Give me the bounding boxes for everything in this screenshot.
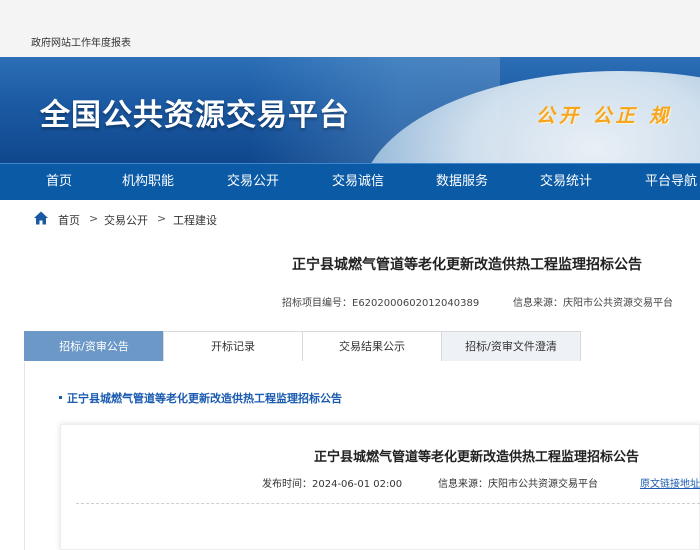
- document-link[interactable]: 正宁县城燃气管道等老化更新改造供热工程监理招标公告: [59, 390, 342, 406]
- site-banner: 全国公共资源交易平台 公开 公正 规: [0, 57, 700, 163]
- breadcrumb-home[interactable]: 首页: [58, 212, 80, 228]
- nav-item-home[interactable]: 首页: [46, 164, 72, 200]
- annual-report-link[interactable]: 政府网站工作年度报表: [31, 34, 131, 49]
- document-title: 正宁县城燃气管道等老化更新改造供热工程监理招标公告: [314, 450, 640, 465]
- breadcrumb-separator: >: [89, 212, 99, 225]
- top-utility-bar: 政府网站工作年度报表: [0, 0, 700, 58]
- main-nav: 首页 机构职能 交易公开 交易诚信 数据服务 交易统计 平台导航: [0, 163, 700, 200]
- nav-item-transactions[interactable]: 交易公开: [227, 164, 279, 200]
- tab-result-publicity[interactable]: 交易结果公示: [302, 331, 442, 361]
- nav-item-data-services[interactable]: 数据服务: [436, 164, 488, 200]
- tab-bar: 招标/资审公告 开标记录 交易结果公示 招标/资审文件澄清: [24, 331, 700, 363]
- home-icon[interactable]: [33, 210, 49, 226]
- breadcrumb-engineering[interactable]: 工程建设: [173, 212, 217, 228]
- site-slogan: 公开 公正 规: [536, 105, 673, 127]
- site-title: 全国公共资源交易平台: [40, 98, 350, 133]
- tab-clarification[interactable]: 招标/资审文件澄清: [441, 331, 581, 361]
- original-link[interactable]: 原文链接地址: [640, 475, 700, 490]
- nav-item-platform-nav[interactable]: 平台导航: [645, 164, 697, 200]
- tab-tender-notice[interactable]: 招标/资审公告: [24, 331, 164, 361]
- nav-item-integrity[interactable]: 交易诚信: [332, 164, 384, 200]
- divider: [76, 503, 700, 504]
- info-source: 信息来源：庆阳市公共资源交易平台: [513, 298, 673, 309]
- breadcrumb-separator: >: [157, 212, 167, 225]
- breadcrumb-transactions[interactable]: 交易公开: [104, 212, 148, 228]
- page-title: 正宁县城燃气管道等老化更新改造供热工程监理招标公告: [292, 257, 642, 273]
- nav-item-statistics[interactable]: 交易统计: [540, 164, 592, 200]
- document-source: 信息来源：庆阳市公共资源交易平台: [438, 479, 598, 490]
- nav-item-functions[interactable]: 机构职能: [122, 164, 174, 200]
- publish-time: 发布时间：2024-06-01 02:00: [262, 479, 403, 490]
- tab-bid-opening[interactable]: 开标记录: [163, 331, 303, 361]
- project-code: 招标项目编号：E6202000602012040389: [282, 298, 480, 309]
